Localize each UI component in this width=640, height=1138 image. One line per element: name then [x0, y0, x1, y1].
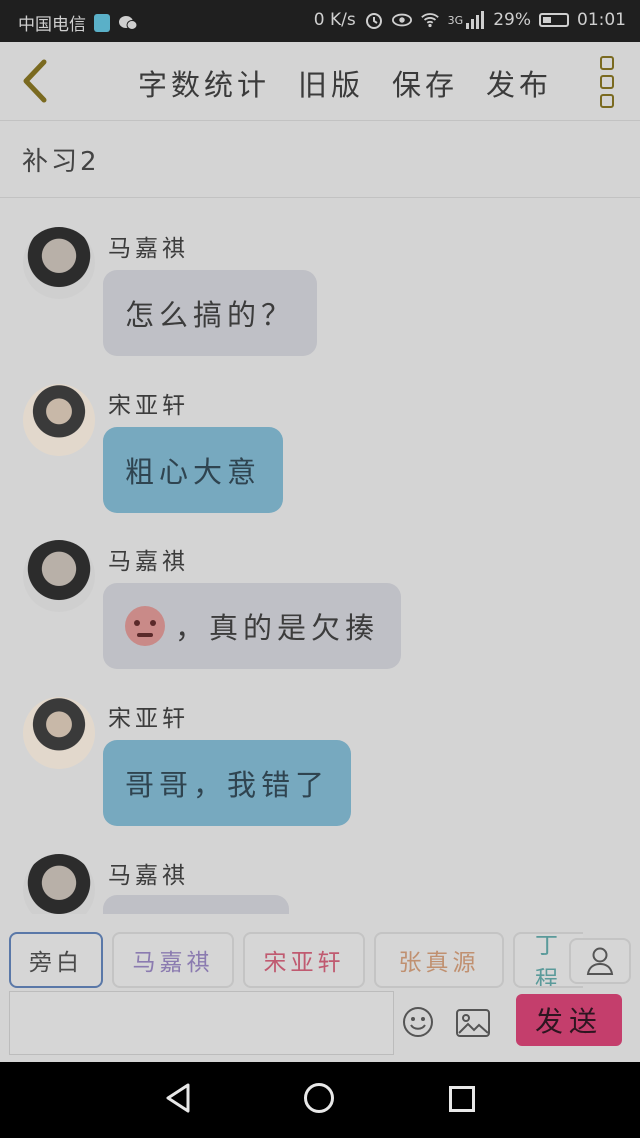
- nav-home-icon[interactable]: [304, 1083, 334, 1113]
- old-version-button[interactable]: 旧版: [298, 62, 364, 104]
- role-narrator[interactable]: 旁白: [9, 932, 103, 988]
- network-type-label: 3G: [447, 13, 464, 27]
- person-icon: [586, 947, 614, 975]
- chevron-left-icon: [23, 59, 47, 103]
- battery-icon: [539, 13, 569, 27]
- chapter-title-row[interactable]: 补习2: [0, 121, 640, 198]
- battery-percent-label: 29%: [493, 10, 531, 30]
- avatar: [23, 540, 95, 612]
- avatar: [23, 697, 95, 769]
- message-text: 怎么搞的？: [125, 298, 296, 332]
- header-actions: 字数统计 旧版 保存 发布: [138, 62, 552, 104]
- alarm-icon: [364, 10, 384, 30]
- message-input[interactable]: [9, 991, 394, 1055]
- word-count-button[interactable]: 字数统计: [138, 62, 270, 104]
- message-bubble[interactable]: 哥哥，我错了: [103, 740, 352, 826]
- more-menu-button[interactable]: [600, 56, 618, 108]
- save-button[interactable]: 保存: [392, 62, 458, 104]
- avatar: [23, 854, 95, 914]
- avatar: [23, 227, 95, 299]
- signal-icon: [465, 10, 485, 30]
- nav-back-icon[interactable]: [164, 1082, 192, 1114]
- emoji-button-icon[interactable]: [402, 1006, 434, 1038]
- nav-recent-apps-icon[interactable]: [449, 1086, 475, 1112]
- shield-icon: [92, 13, 112, 33]
- eye-icon: [391, 10, 412, 30]
- carrier-label: 中国电信: [18, 15, 86, 35]
- wifi-icon: [420, 10, 440, 30]
- editor-header: 字数统计 旧版 保存 发布: [0, 42, 640, 121]
- message-text: 哥哥，我错了: [125, 768, 330, 802]
- clock-label: 01:01: [577, 10, 626, 30]
- message-bubble[interactable]: ，真的是欠揍: [103, 583, 402, 669]
- message-text: 粗心大意: [125, 455, 262, 489]
- add-role-button[interactable]: [569, 938, 631, 984]
- angry-face-icon: [125, 606, 165, 646]
- role-selector: 旁白 马嘉祺 宋亚轩 张真源 丁程: [9, 932, 583, 988]
- more-icon: [600, 56, 614, 70]
- message-bubble[interactable]: [103, 895, 289, 914]
- back-button[interactable]: [16, 56, 56, 106]
- status-bar: 中国电信 0 K/s 3G 29% 01:01: [0, 0, 640, 42]
- send-button[interactable]: 发送: [516, 994, 622, 1046]
- image-button-icon[interactable]: [456, 1009, 490, 1037]
- publish-button[interactable]: 发布: [486, 62, 552, 104]
- message-bubble[interactable]: 粗心大意: [103, 427, 284, 513]
- speaker-name: 马嘉祺: [108, 549, 189, 575]
- chapter-title: 补习2: [22, 147, 100, 177]
- system-nav-bar: [0, 1062, 640, 1138]
- avatar: [23, 384, 95, 456]
- speaker-name: 宋亚轩: [108, 393, 189, 419]
- message-text: ，真的是欠揍: [175, 611, 380, 645]
- message-bubble[interactable]: 怎么搞的？: [103, 270, 318, 356]
- speed-label: 0 K/s: [313, 10, 356, 30]
- chat-area[interactable]: 马嘉祺 怎么搞的？ 宋亚轩 粗心大意 马嘉祺 ，真的是欠揍 宋亚轩 哥哥，我错了…: [0, 198, 640, 914]
- role-ma-jiaqi[interactable]: 马嘉祺: [112, 932, 234, 988]
- speaker-name: 马嘉祺: [108, 863, 189, 889]
- role-song-yaxuan[interactable]: 宋亚轩: [243, 932, 365, 988]
- speaker-name: 宋亚轩: [108, 706, 189, 732]
- wechat-icon: [118, 13, 138, 33]
- role-zhang-zhenyuan[interactable]: 张真源: [374, 932, 504, 988]
- composer-panel: 旁白 马嘉祺 宋亚轩 张真源 丁程 发送: [0, 914, 640, 1062]
- speaker-name: 马嘉祺: [108, 236, 189, 262]
